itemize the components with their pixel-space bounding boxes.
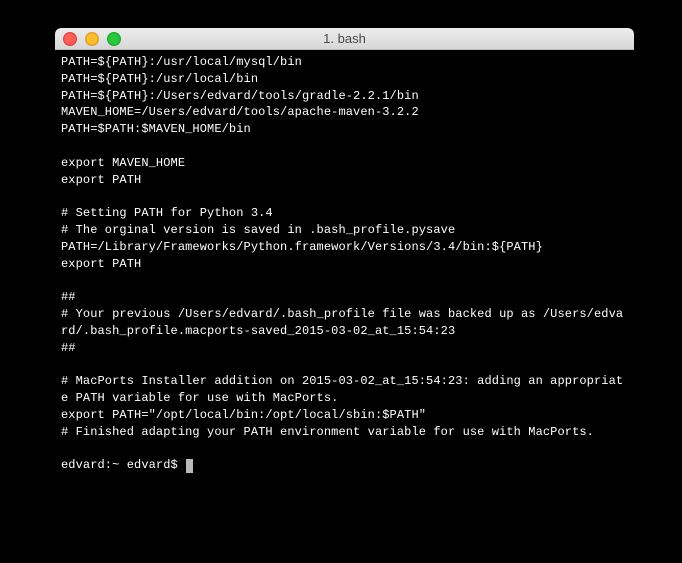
terminal-output: PATH=${PATH}:/usr/local/mysql/bin PATH=$… [61, 55, 623, 439]
terminal-body[interactable]: PATH=${PATH}:/usr/local/mysql/bin PATH=$… [55, 50, 634, 478]
zoom-icon[interactable] [107, 32, 121, 46]
cursor-icon [186, 459, 193, 473]
prompt-line: edvard:~ edvard$ [61, 457, 628, 474]
prompt: edvard:~ edvard$ [61, 457, 185, 474]
titlebar[interactable]: 1. bash [55, 28, 634, 50]
traffic-lights [55, 32, 121, 46]
close-icon[interactable] [63, 32, 77, 46]
terminal-window: 1. bash PATH=${PATH}:/usr/local/mysql/bi… [55, 28, 634, 538]
minimize-icon[interactable] [85, 32, 99, 46]
window-title: 1. bash [55, 31, 634, 46]
